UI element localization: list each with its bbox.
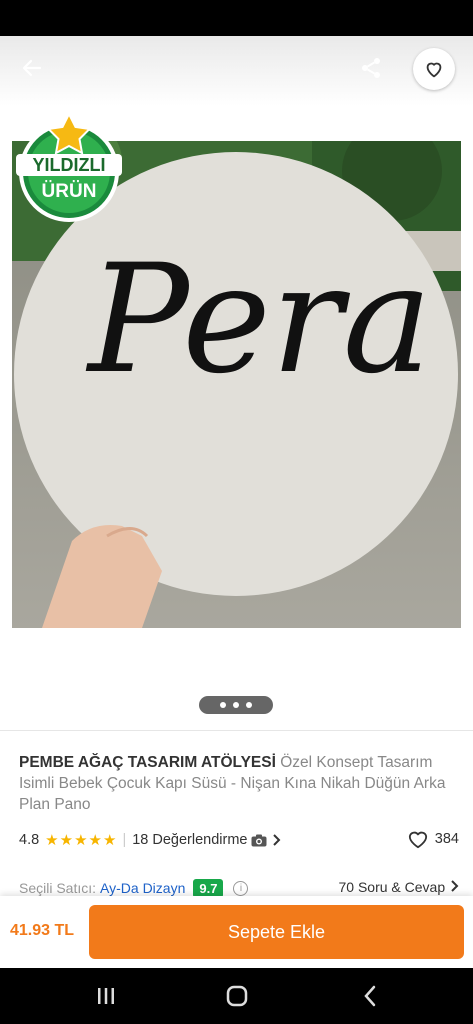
divider — [0, 730, 473, 731]
seller-link[interactable]: Ay-Da Dizayn — [100, 880, 185, 896]
back-nav-button[interactable] — [356, 982, 384, 1010]
arrow-left-icon — [22, 59, 42, 77]
product-title: PEMBE AĞAÇ TASARIM ATÖLYESİ Özel Konsept… — [19, 752, 459, 815]
svg-text:YILDIZLI: YILDIZLI — [33, 155, 106, 175]
sign-lettering: Pera — [85, 233, 432, 407]
share-icon — [362, 58, 380, 78]
brand-name[interactable]: PEMBE AĞAÇ TASARIM ATÖLYESİ — [19, 754, 276, 771]
home-button[interactable] — [223, 982, 251, 1010]
star-icon: ★ — [74, 831, 88, 849]
favorite-count: 384 — [434, 831, 459, 847]
qa-count: 70 Soru & Cevap — [338, 879, 446, 895]
chevron-right-icon — [273, 834, 281, 846]
recent-apps-button[interactable] — [92, 982, 120, 1010]
system-navigation-bar — [0, 968, 473, 1024]
price: 41.93 TL — [10, 922, 75, 939]
chevron-left-icon — [364, 985, 376, 1007]
svg-text:ÜRÜN: ÜRÜN — [42, 181, 97, 202]
status-bar — [0, 0, 473, 36]
pager-dot — [246, 702, 252, 708]
back-button[interactable] — [14, 50, 50, 86]
review-count: 18 Değerlendirme — [132, 832, 248, 848]
rating-stars: ★ ★ ★ ★ ★ — [45, 833, 116, 848]
top-fade — [0, 36, 473, 106]
favorite-button[interactable] — [413, 48, 455, 90]
image-pager — [199, 696, 273, 714]
favorite-counter[interactable]: 384 — [407, 829, 459, 849]
reviews-link[interactable]: | 18 Değerlendirme — [122, 832, 281, 848]
info-icon[interactable]: i — [233, 880, 249, 896]
heart-outline-icon — [408, 831, 427, 849]
bottom-action-bar: 41.93 TL Sepete Ekle — [0, 896, 473, 968]
star-icon: ★ — [88, 831, 102, 849]
rating-value: 4.8 — [19, 832, 40, 848]
star-icon: ★ — [59, 831, 74, 849]
star-icon: ★ — [45, 831, 59, 849]
pager-dot — [233, 702, 239, 708]
questions-answers-link[interactable]: 70 Soru & Cevap — [338, 879, 459, 895]
separator: | — [122, 832, 127, 848]
seller-label: Seçili Satıcı: — [19, 880, 97, 896]
star-product-badge: YILDIZLI ÜRÜN — [16, 111, 122, 222]
recent-apps-icon — [98, 988, 114, 1004]
share-button[interactable] — [353, 50, 389, 86]
camera-icon — [251, 834, 267, 846]
chevron-right-icon — [451, 880, 459, 892]
home-icon — [226, 985, 248, 1007]
rating-row: 4.8 ★ ★ ★ ★ ★ | 18 Değerlendirme 384 — [19, 829, 459, 851]
seller-score-badge: 9.7 — [193, 878, 224, 898]
pager-dot — [220, 702, 226, 708]
heart-outline-icon — [426, 62, 442, 78]
product-image-gallery[interactable]: Pera YILDIZLI ÜRÜN — [0, 36, 473, 730]
add-to-cart-button[interactable]: Sepete Ekle — [89, 905, 464, 959]
star-icon: ★ — [102, 831, 117, 849]
